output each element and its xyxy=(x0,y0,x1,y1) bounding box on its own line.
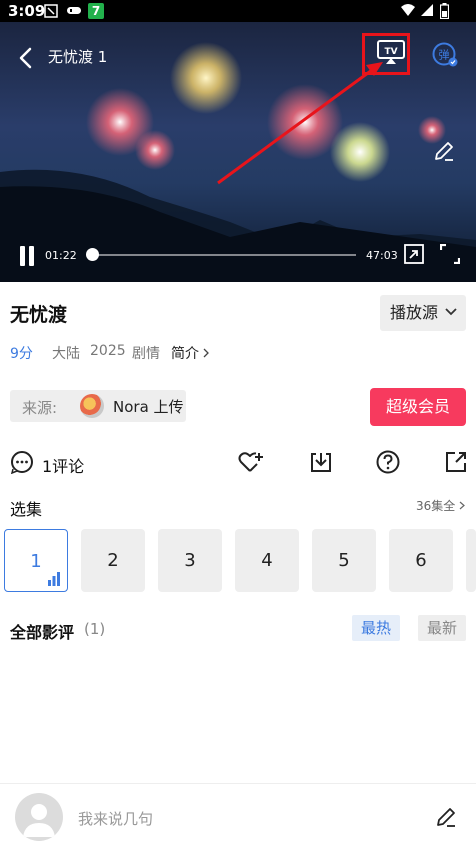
comment-composer: 我来说几句 xyxy=(0,783,476,846)
episode-6[interactable]: 6 xyxy=(389,529,453,592)
episode-number: 4 xyxy=(261,550,273,571)
help-icon[interactable] xyxy=(376,450,400,474)
fullscreen-icon[interactable] xyxy=(440,244,460,264)
source-label: 播放源 xyxy=(390,303,439,322)
uploader-label: 来源: xyxy=(22,399,58,417)
chevron-down-icon xyxy=(445,308,457,316)
user-avatar[interactable] xyxy=(15,793,63,841)
uploader-tag[interactable]: 来源: Nora 上传 xyxy=(10,390,186,422)
wifi-icon xyxy=(401,4,415,16)
comment-count[interactable]: 1评论 xyxy=(42,453,84,477)
danmaku-label: 弹 xyxy=(439,48,450,62)
episodes-all-link[interactable]: 36集全 xyxy=(416,497,466,514)
score: 9分 xyxy=(10,346,33,362)
region: 大陆 xyxy=(52,346,80,362)
video-title: 无忧渡 1 xyxy=(48,48,108,66)
status-time: 3:09 xyxy=(8,2,46,20)
episodes-title: 选集 xyxy=(10,500,43,519)
app-7-icon: 7 xyxy=(88,3,104,19)
pip-icon[interactable] xyxy=(404,244,424,264)
reviews-title: 全部影评 xyxy=(10,623,75,642)
favorite-add-icon[interactable] xyxy=(238,450,264,474)
episode-number: 1 xyxy=(30,551,42,572)
status-bar: 3:09 7 xyxy=(0,0,476,22)
episode-number: 3 xyxy=(184,550,196,571)
gamepad-icon xyxy=(67,7,81,14)
share-icon[interactable] xyxy=(444,450,468,474)
episode-4[interactable]: 4 xyxy=(235,529,299,592)
weather-icon xyxy=(44,4,58,18)
year: 2025 xyxy=(90,343,126,359)
episodes-all-label: 36集全 xyxy=(416,499,456,513)
default-avatar-icon xyxy=(23,804,55,837)
intro-label: 简介 xyxy=(171,346,199,362)
vip-button[interactable]: 超级会员 xyxy=(370,388,466,426)
show-title: 无忧渡 xyxy=(10,304,68,326)
chevron-right-icon xyxy=(203,348,210,358)
uploader-name: Nora 上传 xyxy=(113,398,184,416)
episode-7-partial[interactable] xyxy=(466,529,476,592)
signal-icon xyxy=(421,4,433,16)
danmaku-edit-icon[interactable] xyxy=(433,140,455,162)
total-time: 47:03 xyxy=(366,249,398,262)
danmaku-toggle-icon[interactable]: 弹 xyxy=(432,42,458,68)
episode-1[interactable]: 1 xyxy=(4,529,68,592)
tv-cast-highlight xyxy=(362,33,410,75)
pause-button[interactable] xyxy=(18,246,36,266)
uploader-avatar xyxy=(80,394,104,418)
episode-number: 6 xyxy=(415,550,427,571)
progress-thumb[interactable] xyxy=(86,248,99,261)
sort-new-tab[interactable]: 最新 xyxy=(418,615,466,641)
current-time: 01:22 xyxy=(45,249,77,262)
genre: 剧情 xyxy=(132,346,160,362)
episode-number: 5 xyxy=(338,550,350,571)
edit-icon[interactable] xyxy=(435,806,457,828)
episode-2[interactable]: 2 xyxy=(81,529,145,592)
chevron-right-icon xyxy=(459,501,466,510)
episode-number: 2 xyxy=(107,550,119,571)
progress-bar[interactable] xyxy=(92,254,356,256)
intro-link[interactable]: 简介 xyxy=(171,343,210,363)
comment-icon[interactable] xyxy=(10,450,34,474)
battery-icon xyxy=(440,3,449,19)
reviews-count: (1) xyxy=(84,620,106,638)
playing-bars-icon xyxy=(48,572,60,586)
comment-input[interactable]: 我来说几句 xyxy=(78,808,153,829)
sort-hot-tab[interactable]: 最热 xyxy=(352,615,400,641)
download-icon[interactable] xyxy=(309,450,333,474)
source-select-button[interactable]: 播放源 xyxy=(380,295,466,331)
episode-3[interactable]: 3 xyxy=(158,529,222,592)
back-icon[interactable] xyxy=(16,46,36,70)
episode-5[interactable]: 5 xyxy=(312,529,376,592)
video-player[interactable]: 无忧渡 1 TV 弹 01:22 47:03 xyxy=(0,22,476,282)
